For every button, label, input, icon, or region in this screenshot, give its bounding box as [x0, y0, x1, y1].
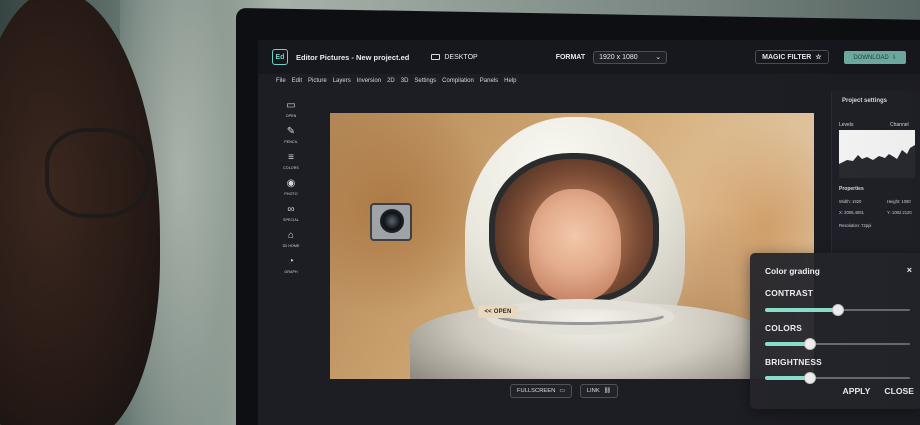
apply-button[interactable]: APPLY [843, 386, 871, 396]
desktop-label: DESKTOP [444, 53, 478, 61]
window-title: Editor Pictures - New project.ed [296, 52, 410, 62]
properties-heading: Properties [839, 186, 864, 192]
image-canvas[interactable]: << OPEN [330, 113, 814, 379]
download-icon: ⇩ [891, 55, 897, 61]
width-value: Width: 1920 [839, 199, 862, 204]
brightness-knob[interactable] [803, 372, 816, 384]
project-settings-title: Project settings [842, 98, 888, 104]
y-value: Y: 1082.2120 [887, 210, 912, 215]
menu-2d[interactable]: 2D [387, 78, 395, 84]
tool-graph[interactable]: ◔ GRAPH [284, 256, 297, 274]
tool-pencil[interactable]: ✎ PENCIL [284, 126, 298, 144]
open-patch: << OPEN [478, 305, 518, 318]
camera-icon: ◉ [286, 178, 296, 189]
desktop-view-button[interactable]: DESKTOP [431, 53, 478, 61]
pencil-icon: ✎ [286, 126, 296, 137]
close-button[interactable]: CLOSE [884, 386, 914, 396]
colors-knob[interactable] [803, 338, 816, 350]
camera-lens [380, 209, 404, 233]
app-logo: Ed [272, 49, 288, 65]
menu-edit[interactable]: Edit [292, 78, 302, 84]
tool-special[interactable]: ∞ SPECIAL [283, 204, 299, 222]
glasses-icon: ∞ [287, 204, 295, 215]
chevron-down-icon: ⌄ [655, 54, 662, 61]
link-icon: ⛓ [603, 388, 612, 394]
color-grading-actions: APPLY CLOSE [843, 386, 914, 396]
tool-sidebar: ▭ OPEN ✎ PENCIL ≡ COLORS ◉ PHOTO ∞ SPECIAL ⌂ 3… [274, 96, 308, 386]
download-label: DOWNLOAD [853, 54, 889, 61]
tool-open[interactable]: ▭ OPEN [286, 100, 297, 118]
project-settings-panel: Project settings Levels Channel Properti… [831, 91, 920, 267]
tool-3d-home[interactable]: ⌂ 3D HOME [282, 230, 299, 248]
menu-panels[interactable]: Panels [480, 78, 498, 84]
contrast-label: CONTRAST [765, 288, 814, 298]
contrast-slider[interactable] [765, 304, 910, 316]
star-icon: ☆ [815, 54, 822, 61]
levels-label: Levels [839, 122, 854, 128]
magic-filter-label: MAGIC FILTER [762, 53, 812, 61]
menu-bar: File Edit Picture Layers Inversion 2D 3D… [276, 74, 517, 88]
histogram-chart [839, 130, 915, 178]
colors-slider[interactable] [765, 338, 910, 350]
tool-photo[interactable]: ◉ PHOTO [284, 178, 297, 196]
sliders-icon: ≡ [288, 152, 294, 163]
menu-3d[interactable]: 3D [401, 78, 409, 84]
format-select[interactable]: 1920 x 1080 ⌄ [593, 50, 668, 64]
pie-chart-icon: ◔ [287, 256, 295, 267]
menu-layers[interactable]: Layers [333, 78, 351, 84]
format-value: 1920 x 1080 [599, 53, 638, 61]
monitor-icon: ▭ [559, 388, 565, 394]
menu-inversion[interactable]: Inversion [357, 78, 381, 84]
resolution-value: Resolution: 72ppi [839, 223, 872, 228]
brightness-label: BRIGHTNESS [765, 357, 822, 367]
magic-filter-button[interactable]: MAGIC FILTER ☆ [755, 50, 829, 64]
canvas-actions: FULLSCREEN ▭ LINK ⛓ [510, 384, 619, 398]
channel-label: Channel [890, 122, 909, 128]
title-bar: Ed Editor Pictures - New project.ed DESK… [258, 40, 920, 74]
color-grading-title: Color grading [765, 266, 820, 276]
monitor-icon [431, 54, 441, 60]
menu-settings[interactable]: Settings [414, 78, 436, 84]
menu-picture[interactable]: Picture [308, 78, 327, 84]
menu-file[interactable]: File [276, 78, 286, 84]
home-icon: ⌂ [287, 230, 295, 241]
download-button[interactable]: DOWNLOAD ⇩ [844, 51, 906, 64]
link-button[interactable]: LINK ⛓ [579, 384, 619, 398]
menu-help[interactable]: Help [504, 78, 516, 84]
astronaut-face [529, 189, 621, 301]
color-grading-dialog: Color grading × CONTRAST COLORS BRIGHTNE… [750, 253, 920, 409]
height-value: Height: 1080 [887, 199, 911, 204]
brightness-slider[interactable] [765, 372, 910, 384]
x-value: X: 2005.4081 [839, 210, 864, 215]
contrast-knob[interactable] [831, 304, 844, 316]
colors-label: COLORS [765, 323, 803, 333]
close-icon[interactable]: × [907, 265, 912, 275]
tool-colors[interactable]: ≡ COLORS [283, 152, 299, 170]
menu-compilation[interactable]: Compilation [442, 78, 474, 84]
contrast-fill [765, 308, 838, 312]
folder-icon: ▭ [286, 100, 296, 111]
glasses [45, 128, 150, 218]
format-label: FORMAT [555, 53, 586, 61]
fullscreen-button[interactable]: FULLSCREEN ▭ [510, 384, 572, 398]
